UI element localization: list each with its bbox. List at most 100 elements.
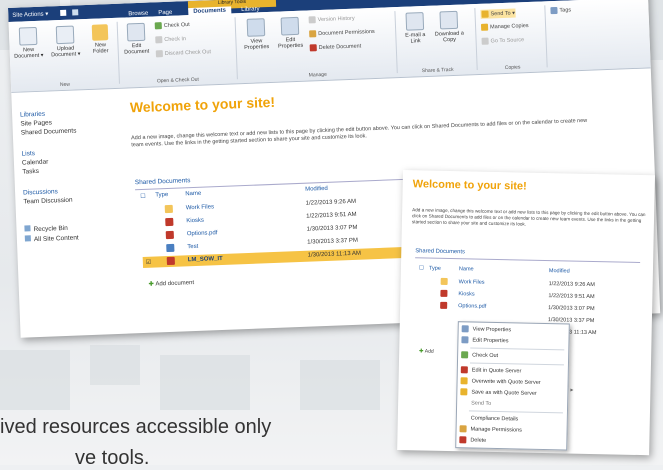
bg-tile [0,350,70,410]
bg-tile [160,355,250,410]
ribbon-separator [116,21,120,84]
download-copy-button[interactable]: Download a Copy [432,10,465,43]
intro-text: Add a new image, change this welcome tex… [130,117,588,149]
check-out-icon [154,22,162,30]
edit-properties-icon [461,336,469,344]
select-all-checkbox[interactable]: ☐ [140,193,146,200]
site-actions-menu[interactable]: Site Actions ▾ [12,10,48,18]
row-checkbox[interactable]: ☑ [146,259,152,266]
ribbon-separator [234,17,238,80]
zoom-header-row: ☐ Type Name Modified [418,265,570,275]
download-icon [439,10,459,30]
menu-item-check-out[interactable]: Check Out [458,350,568,362]
submenu-arrow-icon: ▸ [570,387,574,394]
quick-launch: Libraries Site Pages Shared Documents Li… [20,100,120,244]
version-history-icon [308,16,316,24]
sharepoint-zoom-screenshot: Welcome to your site! Add a new image, c… [397,170,655,456]
delete-icon [459,436,467,444]
new-document-button[interactable]: New Document ▾ [13,26,44,60]
zoom-add-link[interactable]: ✚ Add [419,348,434,354]
upload-icon [55,25,75,45]
check-in-button[interactable]: Check In [155,35,186,44]
edit-page-icon[interactable] [72,9,79,16]
version-history-button[interactable]: Version History [308,15,355,24]
nav-item-tasks[interactable]: Tasks [22,165,117,176]
tagline-line-1: ived resources accessible only [0,416,272,438]
go-to-source-icon [481,37,489,45]
navigate-up-icon[interactable] [60,9,67,16]
new-folder-button[interactable]: New Folder [87,24,114,55]
menu-item-delete[interactable]: Delete [456,435,566,447]
zoom-intro-text: Add a new image, change this welcome tex… [411,207,646,227]
ribbon-separator [394,11,398,74]
permissions-icon [309,30,317,38]
folder-icon [440,277,448,285]
zoom-select-all-checkbox[interactable]: ☐ [419,265,424,271]
go-to-source-button[interactable]: Go To Source [481,36,524,45]
pdf-icon [440,301,448,309]
nav-item-team-discussion[interactable]: Team Discussion [23,195,118,206]
site-content-icon [24,235,31,242]
ribbon-separator [474,8,478,71]
column-name[interactable]: Name [185,191,201,198]
save-as-icon [460,388,468,396]
group-new-label: New [59,81,71,89]
tagline-line-2: ve tools. [75,447,150,469]
shared-documents-title[interactable]: Shared Documents [135,177,191,186]
menu-item-edit-properties[interactable]: Edit Properties [458,335,568,347]
group-manage-label: Manage [308,71,327,79]
zoom-shared-documents-title[interactable]: Shared Documents [415,248,465,255]
delete-document-button[interactable]: Delete Document [309,42,362,52]
folder-icon [91,24,109,41]
group-share-track-label: Share & Track [421,66,454,75]
document-icon [440,289,448,297]
discard-icon [155,50,163,58]
upload-document-button[interactable]: Upload Document ▾ [49,25,82,58]
check-out-icon [461,351,469,359]
view-properties-icon [461,325,469,333]
group-open-check-out-label: Open & Check Out [156,76,199,85]
edit-properties-button[interactable]: Edit Properties [275,16,306,50]
bg-tile [90,345,140,385]
check-in-icon [155,36,163,44]
manage-copies-button[interactable]: Manage Copies [480,22,529,31]
context-menu: View Properties Edit Properties Check Ou… [455,321,570,451]
send-to-button[interactable]: Send To ▾ [480,8,517,19]
all-site-content-link[interactable]: All Site Content [24,232,120,244]
nav-item-shared-documents[interactable]: Shared Documents [21,126,116,136]
bg-tile [300,360,380,410]
tags-icon [550,6,558,15]
view-properties-button[interactable]: View Properties [241,18,272,51]
column-type[interactable]: Type [155,192,168,198]
recycle-bin-icon [24,225,31,232]
quote-server-icon [460,366,468,374]
discard-check-out-button[interactable]: Discard Check Out [155,48,211,58]
document-icon [165,217,174,227]
page-title: Welcome to your site! [129,93,276,116]
edit-document-button[interactable]: Edit Document [121,22,152,56]
check-out-button[interactable]: Check Out [154,21,190,30]
word-document-icon [166,243,175,253]
zoom-title-underline [415,257,641,263]
edit-document-icon [126,22,146,42]
folder-icon [164,204,173,214]
pdf-icon [165,230,174,240]
send-to-icon [481,10,489,18]
tags-button[interactable]: Tags [550,6,571,15]
group-copies-label: Copies [504,64,521,71]
document-icon [166,256,175,266]
ribbon-separator [544,5,548,68]
add-document-link[interactable]: ✚ Add document [149,279,195,288]
email-link-button[interactable]: E-mail a Link [400,12,429,45]
view-properties-icon [246,18,266,37]
column-modified[interactable]: Modified [305,186,328,193]
delete-icon [309,44,317,52]
document-permissions-button[interactable]: Document Permissions [309,28,375,38]
new-document-icon [18,26,38,46]
overwrite-icon [460,377,468,385]
email-icon [405,12,425,31]
edit-properties-icon [280,16,300,36]
menu-item-send-to[interactable]: Send To [457,398,567,410]
manage-copies-icon [480,23,489,31]
zoom-page-title: Welcome to your site! [412,178,527,193]
